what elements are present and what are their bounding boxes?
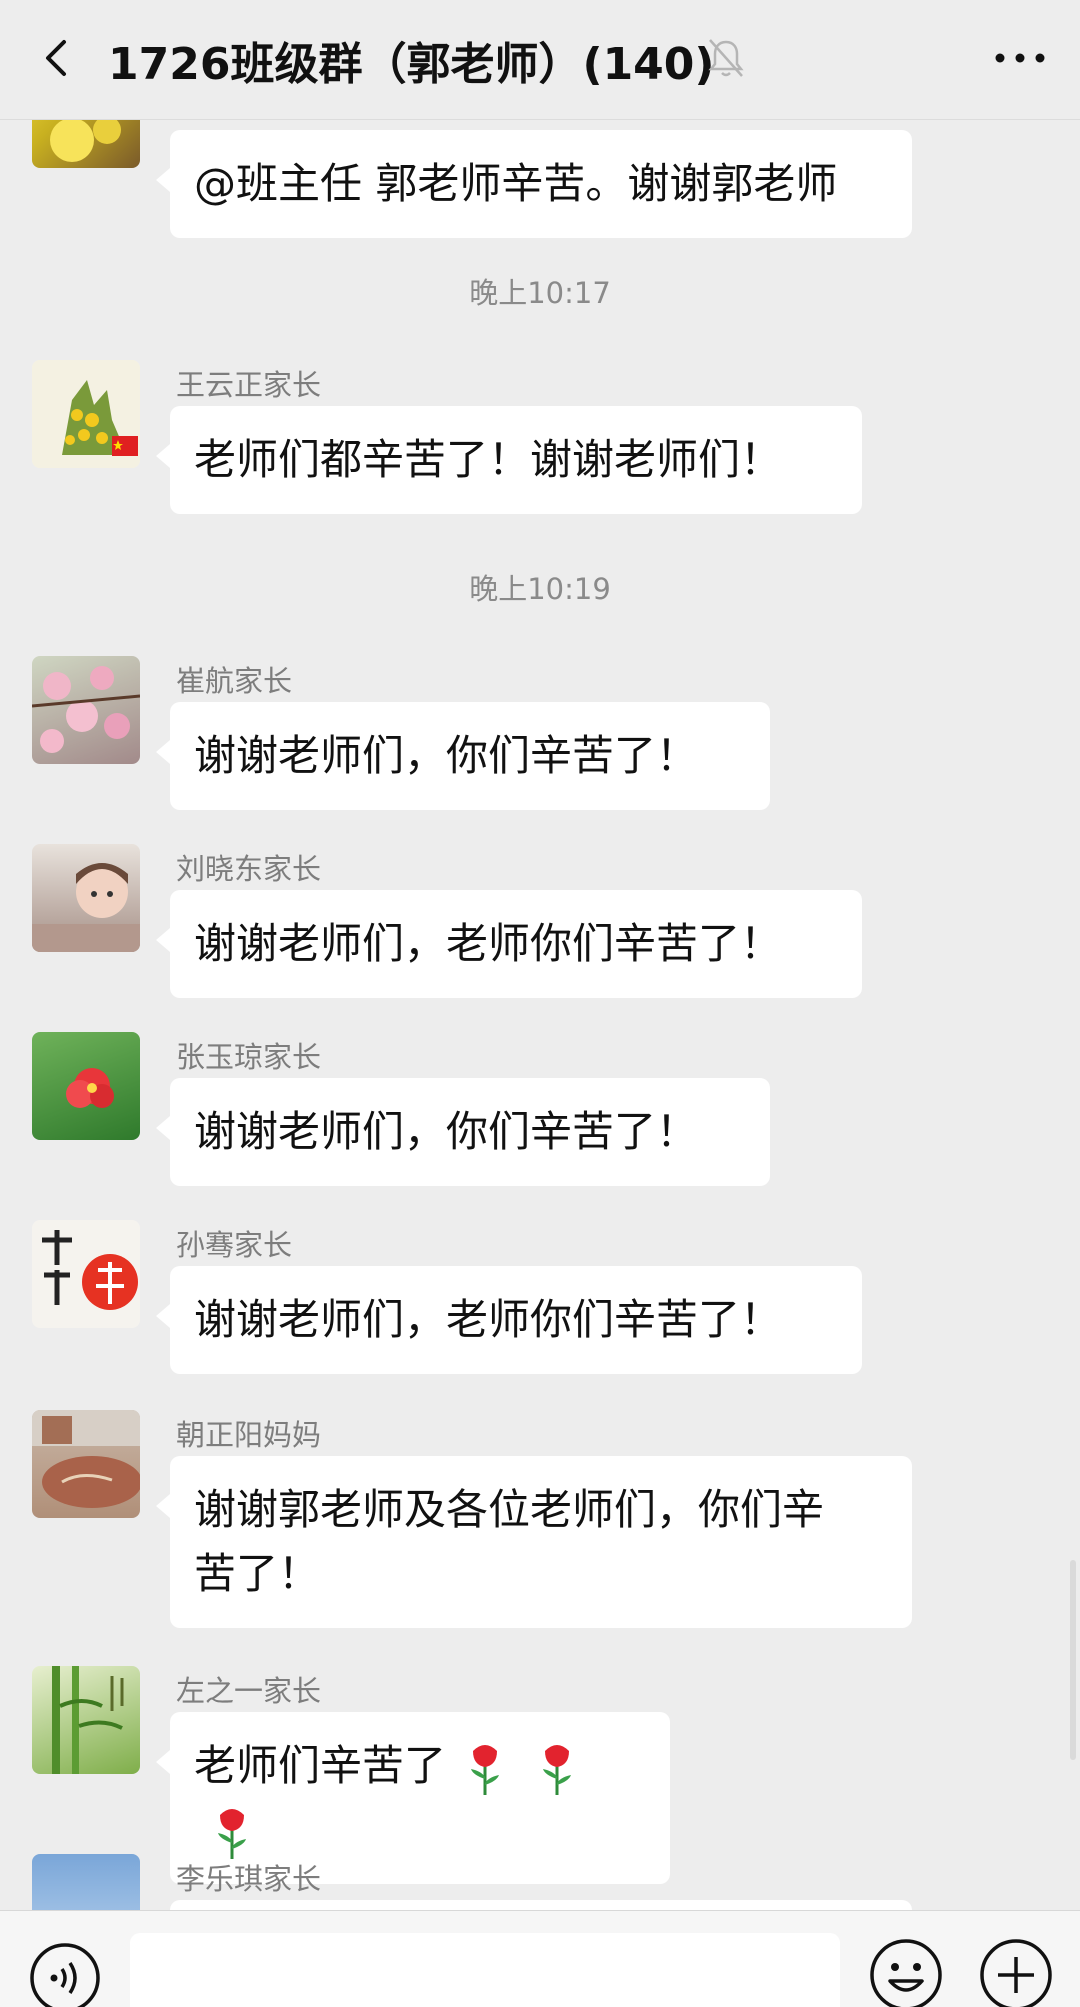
avatar[interactable]: [32, 1666, 140, 1774]
message-text: 谢谢老师们，老师你们辛苦了！: [194, 1295, 783, 1344]
message-bubble[interactable]: 谢谢郭老师及各位老师们，你们辛 苦了！: [156, 1456, 912, 1628]
sender-name: 崔航家长: [176, 664, 293, 698]
message-bubble[interactable]: [170, 1900, 912, 1910]
avatar[interactable]: [32, 360, 140, 468]
avatar[interactable]: [32, 120, 140, 168]
avatar[interactable]: [32, 1410, 140, 1518]
timestamp: 晚上10:19: [469, 572, 611, 606]
message-text: 谢谢老师们，你们辛苦了！: [194, 731, 699, 780]
sender-name: 李乐琪家长: [176, 1862, 322, 1896]
message-bubble[interactable]: 谢谢老师们，老师你们辛苦了！: [156, 890, 862, 998]
page-title: 1726班级群（郭老师）(140): [108, 39, 715, 90]
voice-icon[interactable]: [28, 1941, 102, 2007]
avatar[interactable]: [32, 656, 140, 764]
message-bubble[interactable]: 谢谢老师们，老师你们辛苦了！: [156, 1266, 862, 1374]
sender-name: 朝正阳妈妈: [176, 1418, 322, 1452]
scrollbar[interactable]: [1070, 1560, 1076, 1760]
chat-header: 1726班级群（郭老师）(140): [0, 0, 1080, 120]
message-text: @班主任 郭老师辛苦。谢谢郭老师: [194, 159, 838, 208]
avatar[interactable]: [32, 844, 140, 952]
ellipsis-icon[interactable]: [990, 40, 1050, 76]
rose-icon: [471, 1744, 500, 1795]
bell-off-icon: [708, 39, 744, 77]
chat-message-list[interactable]: @班主任 郭老师辛苦。谢谢郭老师 晚上10:17 王云正家长 老师们都辛苦了！谢…: [0, 120, 1080, 1910]
message-bubble[interactable]: @班主任 郭老师辛苦。谢谢郭老师: [156, 130, 912, 238]
smiley-icon[interactable]: [868, 1937, 944, 2007]
sender-name: 孙骞家长: [176, 1228, 293, 1262]
message-text: 谢谢郭老师及各位老师们，你们辛: [194, 1485, 825, 1534]
avatar[interactable]: [32, 1032, 140, 1140]
message-text: 老师们辛苦了: [194, 1741, 447, 1790]
sender-name: 左之一家长: [176, 1674, 322, 1708]
message-bubble[interactable]: 谢谢老师们，你们辛苦了！: [156, 1078, 770, 1186]
avatar[interactable]: [32, 1854, 140, 1910]
sender-name: 刘晓东家长: [176, 852, 322, 886]
plus-icon[interactable]: [978, 1937, 1054, 2007]
message-text: 谢谢老师们，你们辛苦了！: [194, 1107, 699, 1156]
timestamp: 晚上10:17: [469, 276, 611, 310]
message-bubble[interactable]: 谢谢老师们，你们辛苦了！: [156, 702, 770, 810]
message-text: 苦了！: [194, 1549, 321, 1598]
chevron-left-icon[interactable]: [30, 30, 86, 86]
message-text: 老师们都辛苦了！谢谢老师们！: [194, 435, 783, 484]
rose-icon: [542, 1744, 571, 1795]
rose-icon: [218, 1808, 246, 1859]
message-bubble[interactable]: 老师们都辛苦了！谢谢老师们！: [156, 406, 862, 514]
sender-name: 张玉琼家长: [176, 1040, 322, 1074]
message-text: 谢谢老师们，老师你们辛苦了！: [194, 919, 783, 968]
avatar[interactable]: [32, 1220, 140, 1328]
input-bar: [0, 1910, 1080, 2007]
message-input[interactable]: [130, 1933, 840, 2007]
sender-name: 王云正家长: [176, 368, 322, 402]
